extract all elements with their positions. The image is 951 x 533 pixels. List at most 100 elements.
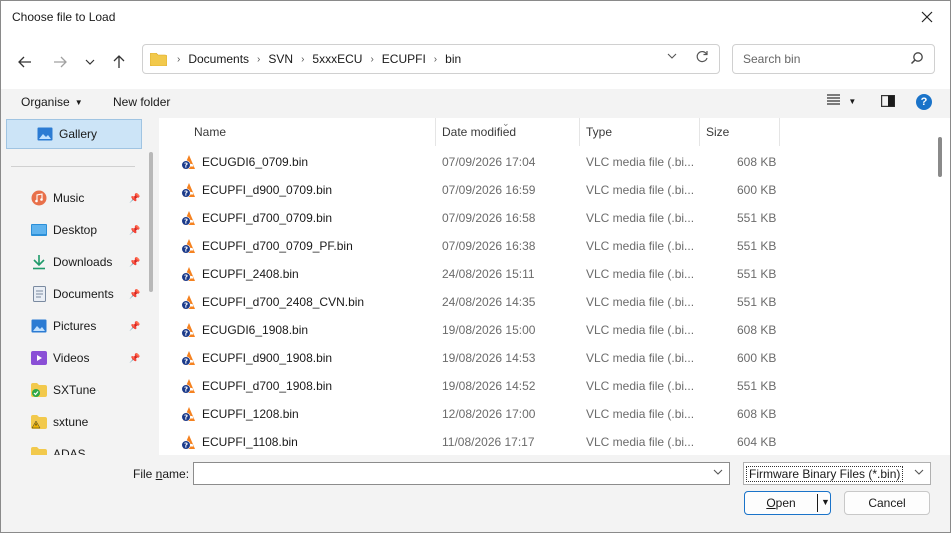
breadcrumb-5xxxecu[interactable]: 5xxxECU xyxy=(306,52,368,66)
folder-warning-icon xyxy=(31,414,47,430)
file-type-select[interactable]: Firmware Binary Files (*.bin) xyxy=(743,462,931,485)
svg-text:?: ? xyxy=(184,358,188,366)
file-type-dropdown[interactable] xyxy=(914,467,924,478)
table-row[interactable]: ? ECUPFI_d900_1908.bin 19/08/2026 14:53 VLC… xyxy=(159,344,929,372)
breadcrumb-documents[interactable]: Documents xyxy=(182,52,255,66)
table-row[interactable]: ? ECUGDI6_1908.bin 19/08/2026 15:00 VLC med… xyxy=(159,316,929,344)
address-bar[interactable]: › Documents › SVN › 5xxxECU › ECUPFI › b… xyxy=(142,44,720,74)
sidebar-item-label: ADAS xyxy=(53,447,86,455)
sidebar-item-downloads[interactable]: Downloads 📌 xyxy=(31,249,143,275)
file-type: VLC media file (.bi... xyxy=(586,211,695,225)
up-button[interactable] xyxy=(108,51,130,73)
file-size: 551 KB xyxy=(737,295,777,309)
organise-button[interactable]: Organise ▼ xyxy=(21,95,83,109)
file-type: VLC media file (.bi... xyxy=(586,435,695,449)
svg-text:?: ? xyxy=(184,274,188,282)
svg-text:?: ? xyxy=(184,218,188,226)
breadcrumb-ecupfi[interactable]: ECUPFI xyxy=(376,52,432,66)
back-button[interactable] xyxy=(14,51,36,73)
vlc-file-icon: ? xyxy=(181,182,197,198)
table-row[interactable]: ? ECUPFI_2408.bin 24/08/2026 15:11 VLC medi… xyxy=(159,260,929,288)
file-name-dropdown[interactable] xyxy=(713,467,723,478)
view-options-button[interactable]: ▼ xyxy=(827,94,856,108)
column-header-name[interactable]: Name xyxy=(194,118,226,146)
column-header-type[interactable]: Type xyxy=(586,118,612,146)
search-box[interactable] xyxy=(732,44,935,74)
file-size: 608 KB xyxy=(737,407,777,421)
sidebar-item-sxtune-local[interactable]: sxtune xyxy=(31,409,143,435)
file-name-field[interactable] xyxy=(193,462,730,485)
table-row[interactable]: ? ECUPFI_d700_1908.bin 19/08/2026 14:52 VLC… xyxy=(159,372,929,400)
table-row[interactable]: ? ECUPFI_d700_2408_CVN.bin 24/08/2026 14:3… xyxy=(159,288,929,316)
file-date: 07/09/2026 16:38 xyxy=(442,239,536,253)
table-row[interactable]: ? ECUPFI_1208.bin 12/08/2026 17:00 VLC medi… xyxy=(159,400,929,428)
file-name: ECUPFI_d700_1908.bin xyxy=(202,379,333,393)
pin-icon: 📌 xyxy=(129,225,141,235)
open-options-dropdown[interactable]: ▼ xyxy=(821,497,830,507)
folder-icon xyxy=(31,446,47,455)
sidebar-item-documents[interactable]: Documents 📌 xyxy=(31,281,143,307)
breadcrumb-svn[interactable]: SVN xyxy=(262,52,299,66)
sidebar-item-desktop[interactable]: Desktop 📌 xyxy=(31,217,143,243)
sidebar-item-videos[interactable]: Videos 📌 xyxy=(31,345,143,371)
chevron-right-icon[interactable]: › xyxy=(175,54,182,65)
help-button[interactable]: ? xyxy=(916,94,932,110)
table-row[interactable]: ? ECUPFI_d700_0709_PF.bin 07/09/2026 16:38… xyxy=(159,232,929,260)
organise-label: Organise xyxy=(21,95,70,109)
search-input[interactable] xyxy=(741,51,905,67)
sidebar-item-gallery-content[interactable]: Gallery xyxy=(37,121,149,147)
new-folder-button[interactable]: New folder xyxy=(113,95,170,109)
sidebar-item-sxtune[interactable]: SXTune xyxy=(31,377,143,403)
sidebar-item-adas[interactable]: ADAS xyxy=(31,441,143,455)
arrow-right-icon xyxy=(54,56,67,68)
column-divider[interactable] xyxy=(699,118,700,146)
file-name: ECUPFI_d700_0709.bin xyxy=(202,211,333,225)
pin-icon: 📌 xyxy=(129,257,141,267)
sidebar-item-label: sxtune xyxy=(53,415,89,429)
table-row[interactable]: ? ECUPFI_d900_0709.bin 07/09/2026 16:59 VLC… xyxy=(159,176,929,204)
recent-locations-button[interactable] xyxy=(79,51,101,73)
file-name: ECUPFI_d900_1908.bin xyxy=(202,351,333,365)
file-size: 600 KB xyxy=(737,351,777,365)
preview-pane-button[interactable] xyxy=(881,95,896,110)
chevron-right-icon[interactable]: › xyxy=(432,54,439,65)
file-list-scrollbar[interactable] xyxy=(938,137,942,177)
column-divider[interactable] xyxy=(579,118,580,146)
sidebar-item-label: Desktop xyxy=(53,223,98,237)
chevron-down-icon xyxy=(914,469,924,475)
chevron-right-icon[interactable]: › xyxy=(299,54,306,65)
table-row[interactable]: ? ECUGDI6_0709.bin 07/09/2026 17:04 VLC med… xyxy=(159,148,929,176)
column-header-size[interactable]: Size xyxy=(706,118,729,146)
sidebar-item-pictures[interactable]: Pictures 📌 xyxy=(31,313,143,339)
breadcrumb: › Documents › SVN › 5xxxECU › ECUPFI › b… xyxy=(175,52,467,66)
address-history-dropdown[interactable] xyxy=(667,51,677,62)
vlc-file-icon: ? xyxy=(181,406,197,422)
column-divider[interactable] xyxy=(435,118,436,146)
close-button[interactable] xyxy=(904,1,950,33)
forward-button[interactable] xyxy=(49,51,71,73)
column-divider[interactable] xyxy=(779,118,780,146)
table-row[interactable]: ? ECUPFI_d700_0709.bin 07/09/2026 16:58 VLC… xyxy=(159,204,929,232)
breadcrumb-bin[interactable]: bin xyxy=(439,52,467,66)
file-size: 551 KB xyxy=(737,267,777,281)
documents-icon xyxy=(31,286,47,302)
sidebar-item-label: Downloads xyxy=(53,255,113,269)
file-size: 551 KB xyxy=(737,239,777,253)
title-bar: Choose file to Load xyxy=(1,1,950,33)
table-row[interactable]: ? ECUPFI_1108.bin 11/08/2026 17:17 VLC medi… xyxy=(159,428,929,455)
arrow-up-icon xyxy=(113,55,125,68)
file-type: VLC media file (.bi... xyxy=(586,155,695,169)
open-button[interactable]: Open ▼ xyxy=(744,491,831,515)
folder-icon xyxy=(150,53,167,66)
svg-text:?: ? xyxy=(184,330,188,338)
videos-icon xyxy=(31,350,47,366)
chevron-right-icon[interactable]: › xyxy=(368,54,375,65)
sidebar-item-music[interactable]: Music 📌 xyxy=(31,185,143,211)
file-date: 19/08/2026 15:00 xyxy=(442,323,536,337)
chevron-right-icon[interactable]: › xyxy=(255,54,262,65)
sidebar-scrollbar[interactable] xyxy=(149,152,153,292)
cancel-button[interactable]: Cancel xyxy=(844,491,930,515)
sidebar-item-label: Documents xyxy=(53,287,114,301)
refresh-button[interactable] xyxy=(695,50,709,67)
download-icon xyxy=(31,254,47,270)
